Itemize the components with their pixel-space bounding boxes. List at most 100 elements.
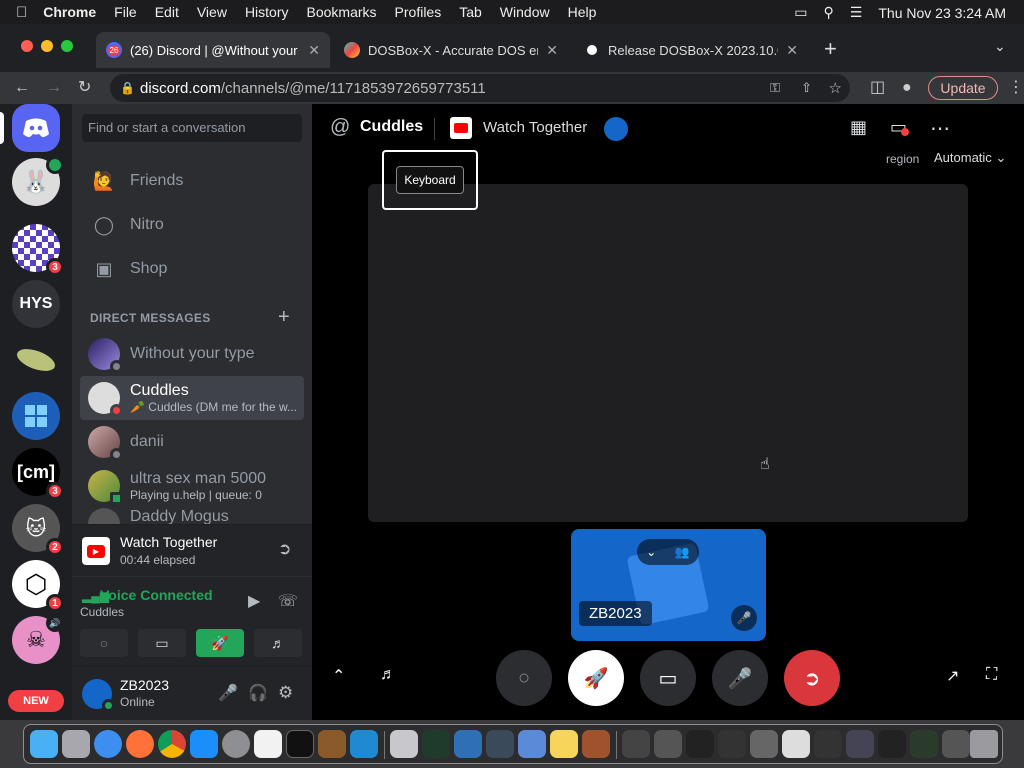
grid-layout-icon[interactable]: ▦ — [850, 117, 867, 138]
activity-monitor-icon[interactable] — [422, 730, 450, 758]
launchpad-icon[interactable] — [62, 730, 90, 758]
tab-close-icon[interactable]: ✕ — [786, 42, 798, 59]
menu-file[interactable]: File — [114, 4, 137, 20]
menu-view[interactable]: View — [197, 4, 227, 20]
tab-search-chevron-icon[interactable]: ⌄ — [994, 38, 1006, 55]
tab-close-icon[interactable]: ✕ — [546, 42, 558, 59]
menu-app-name[interactable]: Chrome — [43, 4, 96, 20]
new-tab-button[interactable]: + — [824, 36, 837, 62]
password-key-icon[interactable]: ⚿ — [770, 80, 780, 96]
soundboard-button[interactable]: ♬ — [254, 629, 302, 657]
forward-arrow-icon[interactable]: → — [46, 78, 62, 98]
menu-help[interactable]: Help — [568, 4, 597, 20]
minimized-window[interactable] — [942, 730, 970, 758]
control-center-icon[interactable]: ☰ — [850, 4, 863, 21]
nav-shop[interactable]: ▣ Shop — [82, 248, 302, 290]
chrome-menu-icon[interactable]: ⋮ — [1008, 78, 1024, 98]
user-avatar[interactable] — [82, 679, 115, 712]
screen-share-button[interactable]: ▭ — [640, 650, 696, 706]
dm-item-ultra-sex-man-5000[interactable]: ultra sex man 5000 Playing u.help | queu… — [80, 464, 304, 508]
nav-nitro[interactable]: ◯ Nitro — [82, 204, 302, 246]
minimized-window[interactable] — [686, 730, 714, 758]
minimized-window[interactable] — [622, 730, 650, 758]
start-activity-button[interactable]: 🚀 — [196, 629, 244, 657]
screen-mirroring-icon[interactable]: ▭ — [794, 4, 807, 21]
inbox-icon[interactable]: ▭ — [890, 117, 910, 138]
address-bar[interactable]: 🔒 discord.com/channels/@me/1171853972659… — [110, 74, 850, 102]
minimized-window[interactable] — [718, 730, 746, 758]
create-dm-button[interactable]: + — [278, 306, 290, 329]
dock-app-icon[interactable] — [518, 730, 546, 758]
minimized-window[interactable] — [910, 730, 938, 758]
fullscreen-icon[interactable]: ⛶ — [986, 666, 997, 684]
minimized-window[interactable] — [814, 730, 842, 758]
voice-channel-name[interactable]: Cuddles — [80, 605, 124, 619]
share-icon[interactable]: ⇧ — [801, 80, 812, 96]
trash-icon[interactable] — [970, 730, 998, 758]
update-button[interactable]: Update — [928, 76, 998, 100]
server-icon[interactable] — [12, 392, 60, 440]
server-icon[interactable]: HYS — [12, 280, 60, 328]
menu-tab[interactable]: Tab — [459, 4, 482, 20]
server-icon[interactable] — [12, 336, 60, 384]
server-icon[interactable]: [cm] 3 — [12, 448, 64, 500]
voice-connected-status[interactable]: Voice Connected — [100, 587, 213, 603]
mic-muted-button[interactable]: 🎤 — [712, 650, 768, 706]
start-activity-call-button[interactable]: 🚀 — [568, 650, 624, 706]
chevron-down-icon[interactable]: ⌄ — [646, 545, 656, 559]
minimized-window[interactable] — [846, 730, 874, 758]
minimized-window[interactable] — [878, 730, 906, 758]
bookmark-star-icon[interactable]: ☆ — [829, 79, 842, 97]
leave-activity-icon[interactable]: ➲ — [278, 539, 291, 559]
chrome-icon[interactable] — [158, 730, 186, 758]
safari-icon[interactable] — [94, 730, 122, 758]
dm-item-cuddles[interactable]: Cuddles 🥕 Cuddles (DM me for the w... — [80, 376, 304, 420]
menu-history[interactable]: History — [245, 4, 289, 20]
tab-close-icon[interactable]: ✕ — [308, 42, 320, 59]
minimized-window[interactable] — [750, 730, 778, 758]
menu-window[interactable]: Window — [500, 4, 550, 20]
firefox-icon[interactable] — [126, 730, 154, 758]
more-options-icon[interactable]: ⋯ — [930, 116, 950, 141]
side-panel-icon[interactable]: ◫ — [870, 78, 885, 98]
region-select[interactable]: Automatic ⌄ — [934, 150, 1006, 166]
server-icon[interactable]: ⬡ 1 — [12, 560, 64, 612]
dock-app-icon[interactable] — [486, 730, 514, 758]
leave-call-button[interactable]: ➲ — [784, 650, 840, 706]
minimize-window-button[interactable] — [41, 40, 53, 52]
zoom-window-button[interactable] — [61, 40, 73, 52]
deafen-headphones-icon[interactable]: 🎧 — [248, 683, 268, 703]
guitar-app-icon[interactable] — [318, 730, 346, 758]
nav-friends[interactable]: 🙋 Friends — [82, 160, 302, 202]
find-conversation-input[interactable]: Find or start a conversation — [82, 114, 302, 142]
app-store-icon[interactable] — [190, 730, 218, 758]
server-icon[interactable]: 3 — [12, 224, 64, 276]
user-settings-gear-icon[interactable]: ⚙ — [278, 683, 293, 703]
dock-app-icon[interactable] — [454, 730, 482, 758]
dock-app-icon[interactable] — [390, 730, 418, 758]
menu-profiles[interactable]: Profiles — [395, 4, 442, 20]
lock-icon[interactable]: 🔒 — [120, 81, 135, 95]
server-icon[interactable]: 🐱 2 — [12, 504, 64, 556]
camera-off-button[interactable]: ○ — [496, 650, 552, 706]
mute-microphone-icon[interactable]: 🎤 — [218, 683, 238, 703]
server-icon[interactable]: 🐰 — [12, 156, 64, 206]
spotlight-search-icon[interactable]: ⚲ — [824, 4, 834, 21]
tab-github-release[interactable]: Release DOSBox-X 2023.10.06 ✕ — [574, 32, 808, 68]
tab-discord[interactable]: 26 (26) Discord | @Without your t ✕ — [96, 32, 330, 68]
apple-icon[interactable]:  — [16, 4, 27, 21]
notes-icon[interactable] — [550, 730, 578, 758]
collapse-up-icon[interactable]: ⌃ — [332, 666, 345, 686]
vscode-icon[interactable] — [350, 730, 378, 758]
disconnect-call-icon[interactable]: ☏ — [278, 591, 298, 611]
new-unreads-pill[interactable]: NEW — [8, 690, 64, 712]
textedit-icon[interactable] — [254, 730, 282, 758]
close-window-button[interactable] — [21, 40, 33, 52]
dm-item-without-your-type[interactable]: Without your type — [80, 332, 304, 376]
discord-home-button[interactable] — [12, 104, 60, 152]
dosbox-icon[interactable] — [582, 730, 610, 758]
system-settings-icon[interactable] — [222, 730, 250, 758]
finder-icon[interactable] — [30, 730, 58, 758]
dm-item-daddy-mogus[interactable]: Daddy Mogus — [80, 508, 304, 524]
menu-bookmarks[interactable]: Bookmarks — [307, 4, 377, 20]
